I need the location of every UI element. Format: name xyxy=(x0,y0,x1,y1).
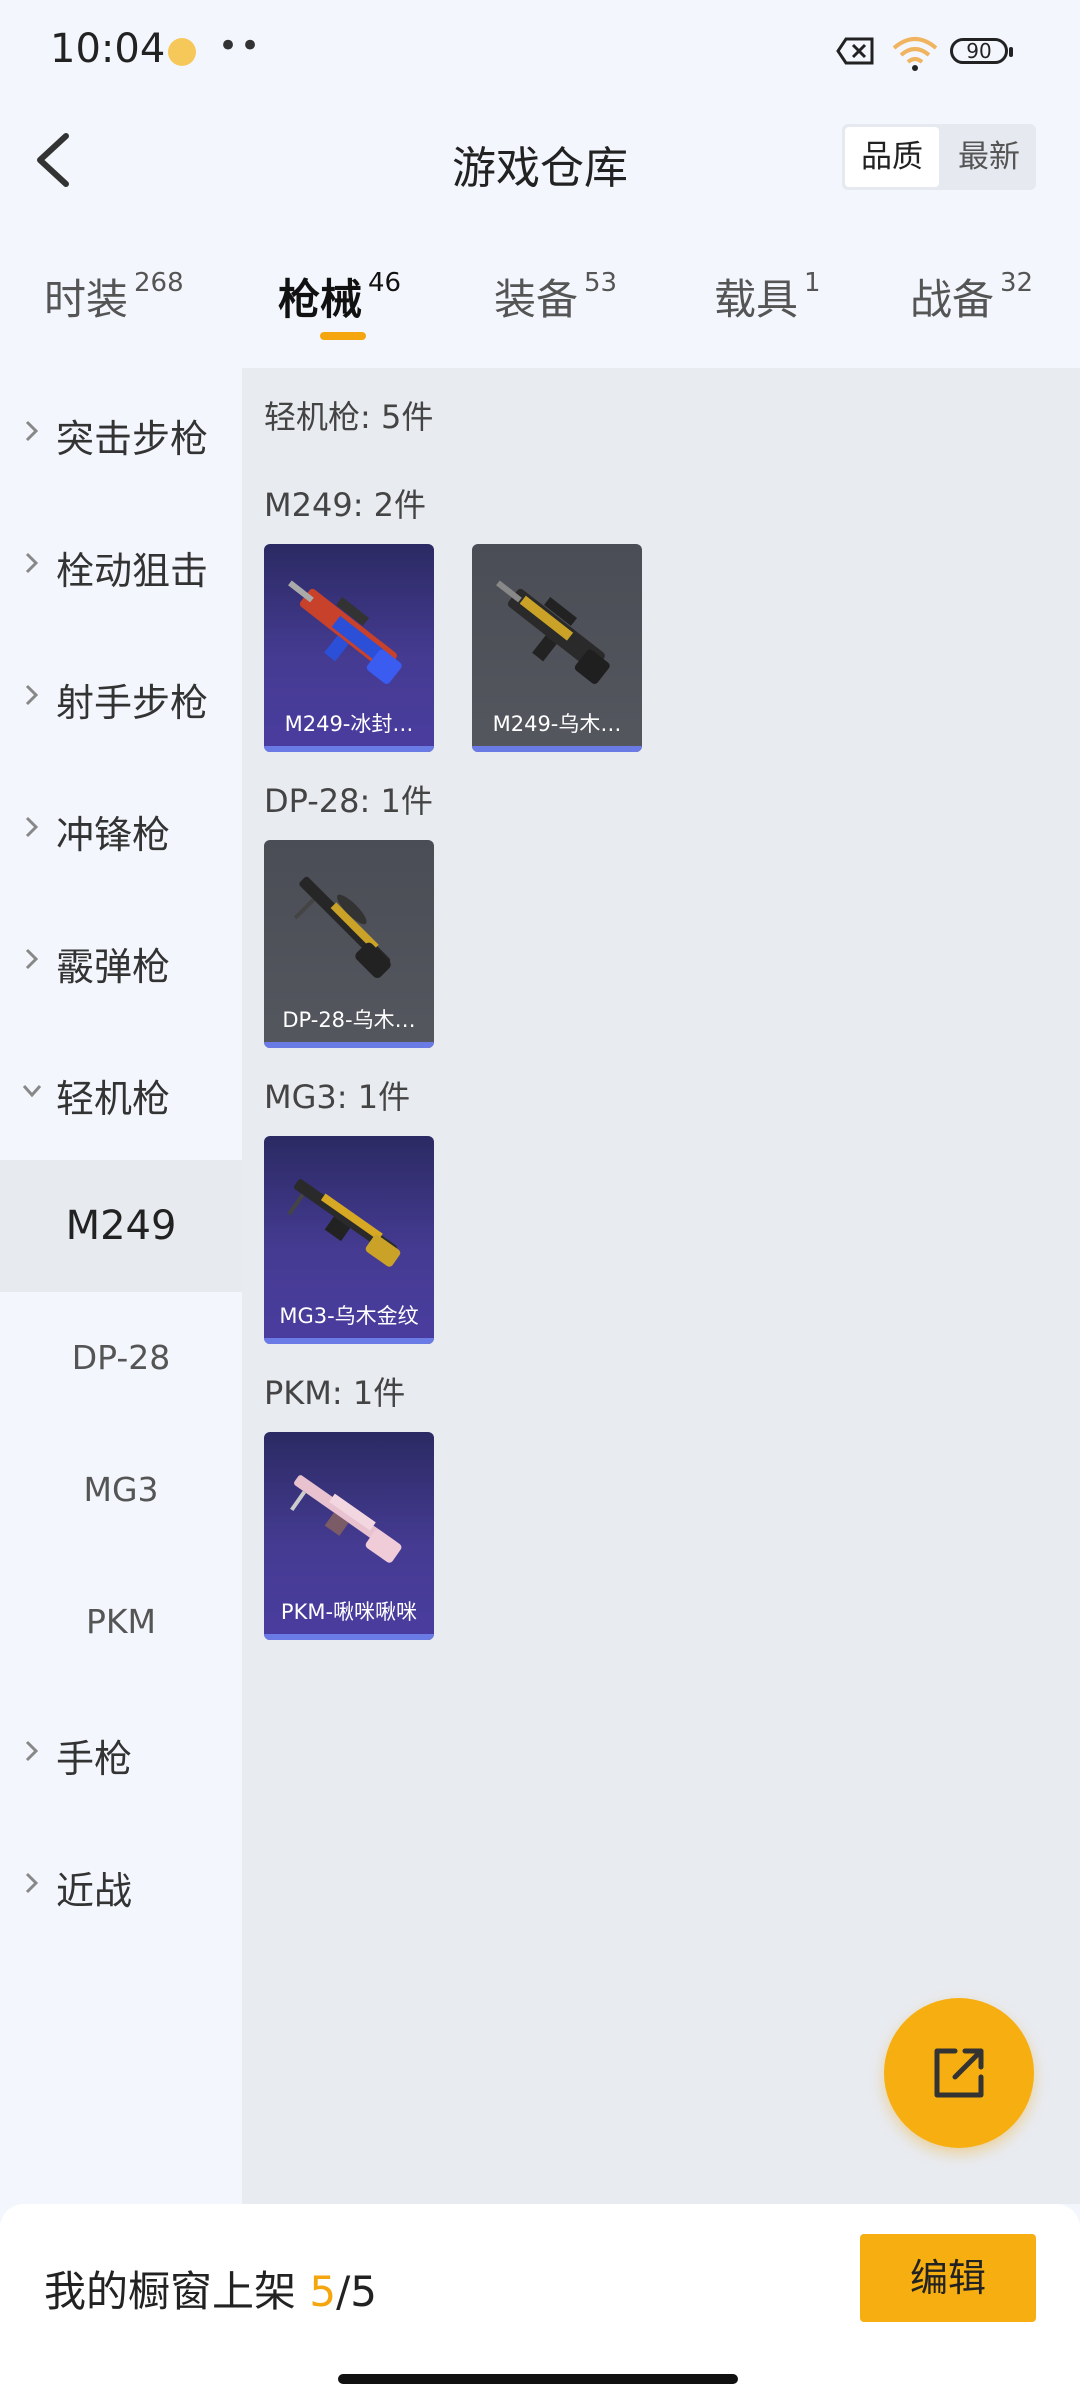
showcase-separator: / xyxy=(336,2267,351,2316)
edit-button[interactable]: 编辑 xyxy=(860,2234,1036,2322)
tab-label: 装备 xyxy=(494,275,579,324)
sidebar-item-label: 手枪 xyxy=(56,1737,133,1781)
sidebar-subitem-mg3[interactable]: MG3 xyxy=(0,1424,242,1556)
bottom-bar: 我的橱窗上架 5/5 编辑 xyxy=(0,2204,1080,2400)
chevron-down-icon xyxy=(22,1085,42,1098)
pkm-gun-icon xyxy=(290,1475,402,1563)
sidebar-subitem-dp28[interactable]: DP-28 xyxy=(0,1292,242,1424)
sidebar-subitem-pkm[interactable]: PKM xyxy=(0,1556,242,1688)
chevron-right-icon xyxy=(25,552,39,574)
share-fab-button[interactable] xyxy=(884,1998,1034,2148)
sidebar-item-label: 霰弹枪 xyxy=(56,945,171,989)
chevron-right-icon xyxy=(25,948,39,970)
sort-by-latest-button[interactable]: 最新 xyxy=(942,124,1036,190)
sim-off-icon xyxy=(836,37,874,65)
item-card-m249-ice[interactable]: M249-冰封… xyxy=(264,544,434,752)
tab-label: 战备 xyxy=(910,275,995,324)
battery-level: 90 xyxy=(966,39,992,63)
tab-count: 1 xyxy=(804,268,821,298)
sidebar-item-label: 突击步枪 xyxy=(56,417,209,461)
sidebar-item-label: 近战 xyxy=(56,1869,133,1913)
tab-supplies[interactable]: 战备 32 xyxy=(910,266,1033,327)
group-title-m249: M249: 2件 xyxy=(264,486,427,524)
tab-fashion[interactable]: 时装 268 xyxy=(44,266,184,327)
sort-by-quality-button[interactable]: 品质 xyxy=(845,127,939,187)
showcase-status: 我的橱窗上架 5/5 xyxy=(44,2258,377,2319)
chevron-right-icon xyxy=(25,684,39,706)
item-name: PKM-啾咪啾咪 xyxy=(280,1600,418,1624)
item-name: M249-乌木… xyxy=(492,712,622,736)
sidebar: 突击步枪 栓动狙击 射手步枪 冲锋枪 霰弹枪 轻机枪 M249 DP-28 MG… xyxy=(0,368,242,2204)
header: 游戏仓库 品质 最新 xyxy=(0,104,1080,214)
tab-vehicles[interactable]: 载具 1 xyxy=(714,266,821,327)
wifi-icon xyxy=(892,37,938,71)
tab-count: 46 xyxy=(368,268,402,298)
item-list: 轻机枪: 5件 M249: 2件 M249-冰封… M249-乌木… DP-28… xyxy=(242,368,1080,2204)
item-card-mg3-ebony-gold[interactable]: MG3-乌木金纹 xyxy=(264,1136,434,1344)
sidebar-subitem-m249[interactable]: M249 xyxy=(0,1160,242,1292)
status-time: 10:04 xyxy=(50,26,166,72)
sidebar-item-melee[interactable]: 近战 xyxy=(0,1820,242,1952)
sidebar-item-label: 冲锋枪 xyxy=(56,813,171,857)
sidebar-item-assault-rifle[interactable]: 突击步枪 xyxy=(0,368,242,500)
item-name: M249-冰封… xyxy=(284,712,414,736)
tab-count: 32 xyxy=(1000,268,1034,298)
chevron-right-icon xyxy=(25,420,39,442)
sidebar-item-smg[interactable]: 冲锋枪 xyxy=(0,764,242,896)
sort-toggle: 品质 最新 xyxy=(842,124,1036,190)
category-summary: 轻机枪: 5件 xyxy=(264,398,434,436)
item-card-pkm[interactable]: PKM-啾咪啾咪 xyxy=(264,1432,434,1640)
m249-ebony-gun-icon xyxy=(496,580,610,684)
external-link-icon xyxy=(934,2048,984,2098)
category-tabs: 时装 268 枪械 46 装备 53 载具 1 战备 32 xyxy=(0,240,1080,360)
active-tab-indicator xyxy=(320,332,366,340)
tab-label: 枪械 xyxy=(278,275,363,324)
tab-label: 时装 xyxy=(44,275,129,324)
sidebar-item-bolt-sniper[interactable]: 栓动狙击 xyxy=(0,500,242,632)
tab-label: 载具 xyxy=(714,275,799,324)
chevron-right-icon xyxy=(25,816,39,838)
sidebar-item-lmg[interactable]: 轻机枪 xyxy=(0,1028,242,1160)
tab-count: 268 xyxy=(134,268,184,298)
showcase-total-count: 5 xyxy=(350,2267,377,2316)
sidebar-item-label: 轻机枪 xyxy=(56,1077,171,1121)
tab-equipment[interactable]: 装备 53 xyxy=(494,266,617,327)
item-name: MG3-乌木金纹 xyxy=(279,1304,419,1328)
m249-ice-gun-icon xyxy=(288,580,402,684)
mg3-gun-icon xyxy=(287,1179,401,1267)
item-card-dp28-ebony[interactable]: DP-28-乌木… xyxy=(264,840,434,1048)
showcase-label: 我的橱窗上架 xyxy=(44,2267,297,2316)
battery-icon: 90 xyxy=(950,38,1013,64)
sidebar-item-label: 栓动狙击 xyxy=(56,549,209,593)
sidebar-item-pistol[interactable]: 手枪 xyxy=(0,1688,242,1820)
rarity-bar xyxy=(264,1338,434,1344)
sidebar-item-shotgun[interactable]: 霰弹枪 xyxy=(0,896,242,1028)
chevron-right-icon xyxy=(25,1740,39,1762)
group-title-pkm: PKM: 1件 xyxy=(264,1374,406,1412)
rarity-bar xyxy=(264,746,434,752)
sidebar-item-marksman-rifle[interactable]: 射手步枪 xyxy=(0,632,242,764)
tab-count: 53 xyxy=(584,268,618,298)
rarity-bar xyxy=(472,746,642,752)
group-title-mg3: MG3: 1件 xyxy=(264,1078,411,1116)
item-name: DP-28-乌木… xyxy=(282,1008,416,1032)
tab-weapons[interactable]: 枪械 46 xyxy=(278,266,401,327)
rarity-bar xyxy=(264,1042,434,1048)
group-title-dp28: DP-28: 1件 xyxy=(264,782,433,820)
sidebar-item-label: 射手步枪 xyxy=(56,681,209,725)
dp28-ebony-gun-icon xyxy=(293,876,391,979)
home-indicator[interactable] xyxy=(338,2374,738,2384)
app-notification-icon xyxy=(168,38,196,66)
chevron-right-icon xyxy=(25,1872,39,1894)
showcase-current-count: 5 xyxy=(309,2267,337,2316)
status-bar: 10:04 •• 90 xyxy=(0,0,1080,104)
more-notifications-icon: •• xyxy=(218,26,263,66)
item-card-m249-ebony[interactable]: M249-乌木… xyxy=(472,544,642,752)
rarity-bar xyxy=(264,1634,434,1640)
